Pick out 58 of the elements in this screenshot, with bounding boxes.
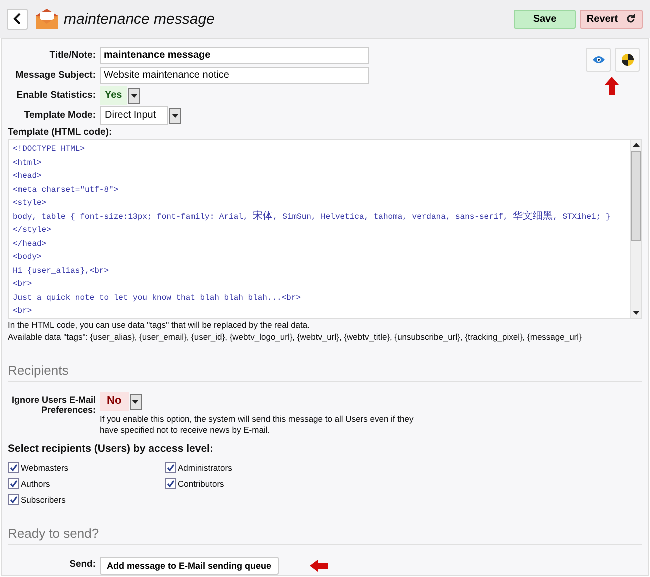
checkbox-label: Administrators xyxy=(178,462,232,472)
field-label: Template (HTML code): xyxy=(8,127,114,138)
checkbox[interactable] xyxy=(165,462,176,473)
field-label: Ignore Users E-Mail Preferences: xyxy=(10,394,96,415)
revert-button[interactable]: Revert xyxy=(580,10,643,28)
code-line: <head> xyxy=(13,171,43,183)
text-field[interactable]: Website maintenance notice xyxy=(100,67,369,84)
envelope-icon xyxy=(36,9,58,29)
checkbox-label: Subscribers xyxy=(21,494,66,504)
caret-icon xyxy=(128,88,140,104)
checkbox[interactable] xyxy=(8,462,19,473)
code-line: <br> xyxy=(13,306,34,318)
section-heading: Ready to send? xyxy=(8,526,642,545)
help-text: Available data "tags": {user_alias}, {user_email}, {user_id}, {webtv_logo_url}, {webtv_url}, {webtv_title}, {unsubscribe_url}, {tracking_pixel}, {message_url} xyxy=(8,331,583,343)
eye-icon xyxy=(592,56,604,64)
code-line: Hi {user_alias},<br> xyxy=(13,266,110,278)
scrollbar[interactable] xyxy=(630,140,641,318)
code-line: <html> xyxy=(13,158,43,170)
preview-button[interactable] xyxy=(586,48,611,72)
checkbox[interactable] xyxy=(8,494,19,505)
caret-icon xyxy=(169,108,181,124)
checkbox[interactable] xyxy=(165,478,176,489)
code-line: <!DOCTYPE HTML> xyxy=(13,144,86,156)
up-arrow-icon xyxy=(605,77,619,95)
page-title: maintenance message xyxy=(64,10,215,28)
code-line: body, table { font-size:13px; font-family: Arial, 宋体, SimSun, Helvetica, tahoma, verdana, sans-serif, 华文细黑, STXihei; } xyxy=(13,210,612,224)
field-label: Enable Statistics: xyxy=(16,90,96,101)
checkbox-label: Authors xyxy=(21,478,50,488)
code-line: </style> xyxy=(13,225,52,237)
code-line: <br> xyxy=(13,279,34,291)
quartered-circle-icon xyxy=(622,54,634,66)
field-label: Title/Note: xyxy=(48,50,96,61)
field-label: Send: xyxy=(68,558,96,570)
chevron-left-icon xyxy=(12,13,22,25)
code-line: </head> xyxy=(13,238,48,250)
checkbox[interactable] xyxy=(8,478,19,489)
test-button[interactable] xyxy=(615,48,640,72)
code-line: <style> xyxy=(13,198,48,210)
section-heading: Recipients xyxy=(8,363,642,382)
send-button[interactable]: Add message to E-Mail sending queue xyxy=(100,557,279,575)
code-line: <body> xyxy=(13,252,43,264)
code-line: Just a quick note to let you know that blah blah blah...<br> xyxy=(13,292,302,304)
code-line: <meta charset="utf-8"> xyxy=(13,184,120,196)
text-field[interactable]: maintenance message xyxy=(100,47,369,64)
save-button[interactable]: Save xyxy=(514,10,576,28)
subheading: Select recipients (Users) by access level: xyxy=(8,443,214,455)
help-text: If you enable this option, the system will send this message to all Users even if they have specified not to receive news by E-mail. xyxy=(100,414,415,436)
refresh-icon xyxy=(626,14,636,24)
left-arrow-icon xyxy=(310,560,328,572)
field-label: Template Mode: xyxy=(23,110,96,121)
field-label: Message Subject: xyxy=(14,70,96,81)
help-text: In the HTML code, you can use data "tags" that will be replaced by the real data. xyxy=(8,319,311,331)
back-button[interactable] xyxy=(7,8,28,30)
scroll-down-icon[interactable] xyxy=(632,311,640,315)
checkbox-label: Contributors xyxy=(178,478,224,488)
checkbox-label: Webmasters xyxy=(21,462,69,472)
scroll-up-icon[interactable] xyxy=(632,143,640,147)
caret-icon xyxy=(130,394,142,410)
